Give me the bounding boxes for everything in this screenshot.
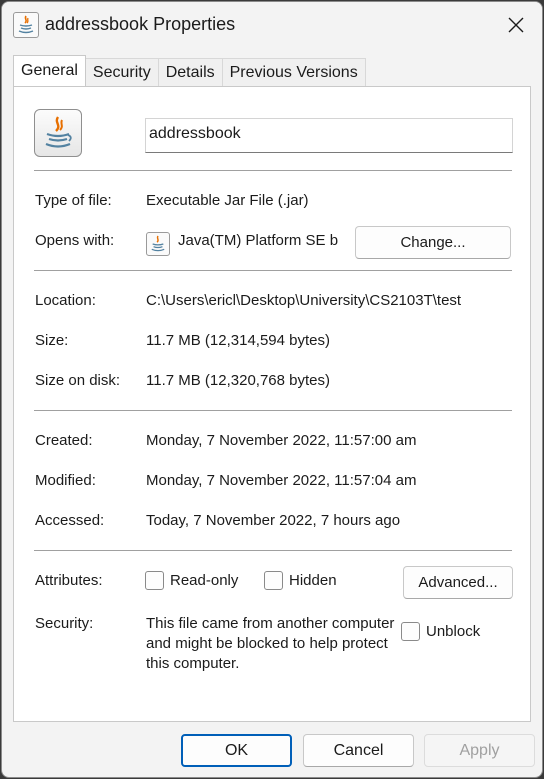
size-label: Size: [35,332,69,349]
created-value: Monday, 7 November 2022, 11:57:00 am [146,432,417,449]
accessed-value: Today, 7 November 2022, 7 hours ago [146,512,401,529]
divider [34,550,512,551]
opens-with-label: Opens with: [35,232,115,249]
modified-label: Modified: [35,472,96,489]
advanced-button[interactable]: Advanced... [403,566,513,599]
readonly-checkbox[interactable]: Read-only [145,571,238,590]
tab-security[interactable]: Security [84,58,159,86]
hidden-checkbox[interactable]: Hidden [264,571,337,590]
properties-dialog: addressbook Properties General Security … [1,1,543,778]
opens-with-value: Java(TM) Platform SE b [178,232,339,249]
unblock-checkbox[interactable]: Unblock [401,622,480,641]
divider [34,270,512,271]
accessed-label: Accessed: [35,512,105,529]
modified-value: Monday, 7 November 2022, 11:57:04 am [146,472,417,489]
checkbox-box[interactable] [145,571,164,590]
divider [34,410,512,411]
close-button[interactable] [500,10,532,40]
tab-strip: General Security Details Previous Versio… [13,55,366,86]
size-value: 11.7 MB (12,314,594 bytes) [146,332,330,349]
ok-button[interactable]: OK [181,734,292,767]
checkbox-box[interactable] [264,571,283,590]
window-title: addressbook Properties [45,14,236,34]
change-button[interactable]: Change... [355,226,511,259]
attributes-label: Attributes: [35,572,103,589]
close-icon [508,17,524,33]
tab-previous-versions[interactable]: Previous Versions [221,58,366,86]
file-name-input[interactable] [145,118,513,153]
size-on-disk-label: Size on disk: [35,372,121,389]
size-on-disk-value: 11.7 MB (12,320,768 bytes) [146,372,330,389]
general-panel: Type of file: Executable Jar File (.jar)… [13,86,531,722]
location-value: C:\Users\ericl\Desktop\University\CS2103… [146,292,462,309]
type-of-file-label: Type of file: [35,192,112,209]
cancel-button[interactable]: Cancel [303,734,414,767]
tab-general[interactable]: General [13,55,86,86]
title-bar[interactable]: addressbook Properties [2,2,542,48]
java-app-icon [146,232,170,256]
hidden-label: Hidden [289,572,337,589]
location-label: Location: [35,292,96,309]
tab-details[interactable]: Details [157,58,223,86]
created-label: Created: [35,432,93,449]
apply-button[interactable]: Apply [424,734,535,767]
security-label: Security: [35,615,94,632]
java-icon [13,12,39,38]
checkbox-box[interactable] [401,622,420,641]
readonly-label: Read-only [170,572,239,589]
type-of-file-value: Executable Jar File (.jar) [146,192,309,209]
divider [34,170,512,171]
unblock-label: Unblock [426,623,481,640]
security-message: This file came from another computer and… [146,615,395,672]
java-file-icon [34,109,82,157]
